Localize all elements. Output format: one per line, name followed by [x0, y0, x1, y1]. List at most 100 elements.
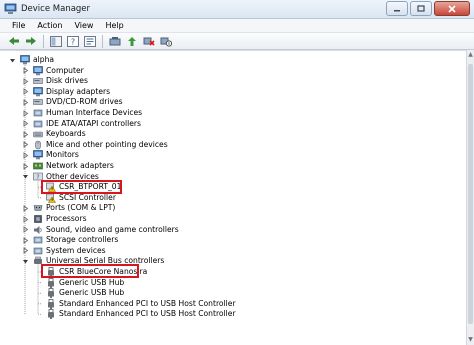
tree-item-label: System devices [46, 245, 106, 255]
close-button[interactable] [434, 1, 470, 16]
expand-arrow-icon[interactable] [22, 236, 29, 244]
expander-slot[interactable] [21, 172, 30, 181]
category-processors[interactable]: Processors [21, 214, 87, 224]
menu-view[interactable]: View [68, 21, 99, 30]
menu-action[interactable]: Action [31, 21, 68, 30]
maximize-button[interactable] [410, 1, 432, 16]
expand-arrow-icon[interactable] [22, 152, 29, 159]
expand-arrow-icon[interactable] [22, 109, 29, 117]
scroll-down-icon[interactable]: ▼ [467, 335, 474, 345]
tree-item-label: Ports (COM & LPT) [46, 203, 116, 213]
scan-hardware-button[interactable] [107, 34, 123, 49]
category-monitors[interactable]: Monitors [21, 150, 79, 160]
dvd-drive-icon [33, 99, 43, 106]
expander-slot[interactable] [21, 225, 30, 234]
expand-arrow-icon[interactable] [22, 99, 29, 106]
category-sound-video-and-game-controllers[interactable]: Sound, video and game controllers [21, 225, 179, 235]
tree-item-label: Sound, video and game controllers [46, 224, 179, 234]
expander-slot[interactable] [21, 77, 30, 86]
device-scsi-controller[interactable]: SCSI Controller [34, 193, 116, 203]
expand-arrow-icon[interactable] [22, 205, 29, 212]
menu-file[interactable]: File [6, 21, 31, 30]
device-generic-usb-hub[interactable]: Generic USB Hub [34, 278, 124, 288]
tree-item-label: alpha [33, 55, 55, 64]
toolbar-separator [102, 34, 103, 48]
disable-button[interactable] [158, 34, 174, 49]
expander-slot[interactable] [8, 56, 17, 65]
tree-item-label: Monitors [46, 150, 79, 160]
forward-button[interactable] [23, 34, 39, 49]
expand-arrow-icon[interactable] [22, 88, 29, 96]
highlight-box-csr-bluecore [41, 264, 139, 278]
category-computer[interactable]: Computer [21, 66, 84, 76]
expander-slot[interactable] [21, 151, 30, 160]
processor-icon [34, 215, 42, 223]
minimize-button[interactable] [386, 1, 408, 16]
expander-slot[interactable] [21, 162, 30, 171]
expander-slot[interactable] [21, 119, 30, 128]
scroll-thumb[interactable] [468, 64, 473, 324]
category-keyboards[interactable]: Keyboards [21, 129, 86, 139]
category-ports-com-lpt[interactable]: Ports (COM & LPT) [21, 203, 115, 213]
system-devices-icon [33, 247, 43, 255]
expand-arrow-icon[interactable] [22, 162, 29, 170]
display-adapter-icon [33, 86, 43, 97]
expander-slot [34, 289, 43, 298]
expand-arrow-icon[interactable] [22, 77, 29, 85]
expand-arrow-icon[interactable] [22, 130, 29, 138]
collapse-arrow-icon[interactable] [9, 57, 16, 64]
category-ide-ata-atapi-controllers[interactable]: IDE ATA/ATAPI controllers [21, 119, 141, 129]
expander-slot[interactable] [21, 246, 30, 255]
expander-slot[interactable] [21, 87, 30, 96]
expand-arrow-icon[interactable] [22, 215, 29, 223]
category-human-interface-devices[interactable]: Human Interface Devices [21, 108, 142, 118]
expander-slot[interactable] [21, 109, 30, 118]
expander-slot[interactable] [21, 204, 30, 213]
category-display-adapters[interactable]: Display adapters [21, 87, 110, 97]
monitor-icon [33, 150, 43, 160]
back-button[interactable] [6, 34, 22, 49]
uninstall-icon [143, 37, 155, 46]
help-button[interactable]: ? [65, 34, 81, 49]
expand-arrow-icon[interactable] [22, 226, 29, 233]
expander-slot[interactable] [21, 66, 30, 75]
expander-slot[interactable] [21, 257, 30, 266]
update-driver-button[interactable] [124, 34, 140, 49]
expander-slot[interactable] [21, 140, 30, 149]
category-storage-controllers[interactable]: Storage controllers [21, 235, 118, 245]
collapse-arrow-icon[interactable] [22, 173, 29, 180]
device-standard-enhanced-pci-to-usb-host-controller[interactable]: Standard Enhanced PCI to USB Host Contro… [34, 309, 236, 320]
expander-slot[interactable] [21, 98, 30, 107]
collapse-arrow-icon[interactable] [22, 258, 29, 265]
tree-item-label: DVD/CD-ROM drives [46, 97, 123, 107]
device-generic-usb-hub[interactable]: Generic USB Hub [34, 288, 124, 299]
expander-slot[interactable] [21, 215, 30, 224]
console-tree-button[interactable] [48, 34, 64, 49]
storage-controller-icon [33, 236, 43, 244]
expander-slot[interactable] [21, 130, 30, 139]
category-mice-and-other-pointing-devices[interactable]: Mice and other pointing devices [21, 140, 168, 150]
expand-arrow-icon[interactable] [22, 247, 29, 255]
tree-root-alpha[interactable]: alpha [8, 55, 54, 65]
expander-slot[interactable] [21, 236, 30, 245]
menu-help[interactable]: Help [99, 21, 129, 30]
expand-arrow-icon[interactable] [22, 120, 29, 127]
vertical-scrollbar[interactable]: ▲ ▼ [466, 50, 474, 345]
device-standard-enhanced-pci-to-usb-host-controller[interactable]: Standard Enhanced PCI to USB Host Contro… [34, 299, 236, 309]
category-dvd-cd-rom-drives[interactable]: DVD/CD-ROM drives [21, 97, 123, 107]
category-disk-drives[interactable]: Disk drives [21, 76, 88, 86]
expander-slot [34, 299, 43, 308]
uninstall-button[interactable] [141, 34, 157, 49]
tree-item-label: Keyboards [46, 129, 86, 139]
tree-item-label: Display adapters [46, 86, 111, 96]
tree-item-label: Generic USB Hub [59, 277, 125, 287]
category-network-adapters[interactable]: Network adapters [21, 161, 114, 171]
properties-button[interactable] [82, 34, 98, 49]
tree-item-label: Storage controllers [46, 235, 119, 245]
scroll-up-icon[interactable]: ▲ [467, 50, 474, 60]
expand-arrow-icon[interactable] [22, 67, 29, 74]
title-bar: Device Manager [0, 0, 474, 19]
expand-arrow-icon[interactable] [22, 141, 29, 149]
category-system-devices[interactable]: System devices [21, 246, 106, 256]
forward-icon [26, 37, 36, 45]
